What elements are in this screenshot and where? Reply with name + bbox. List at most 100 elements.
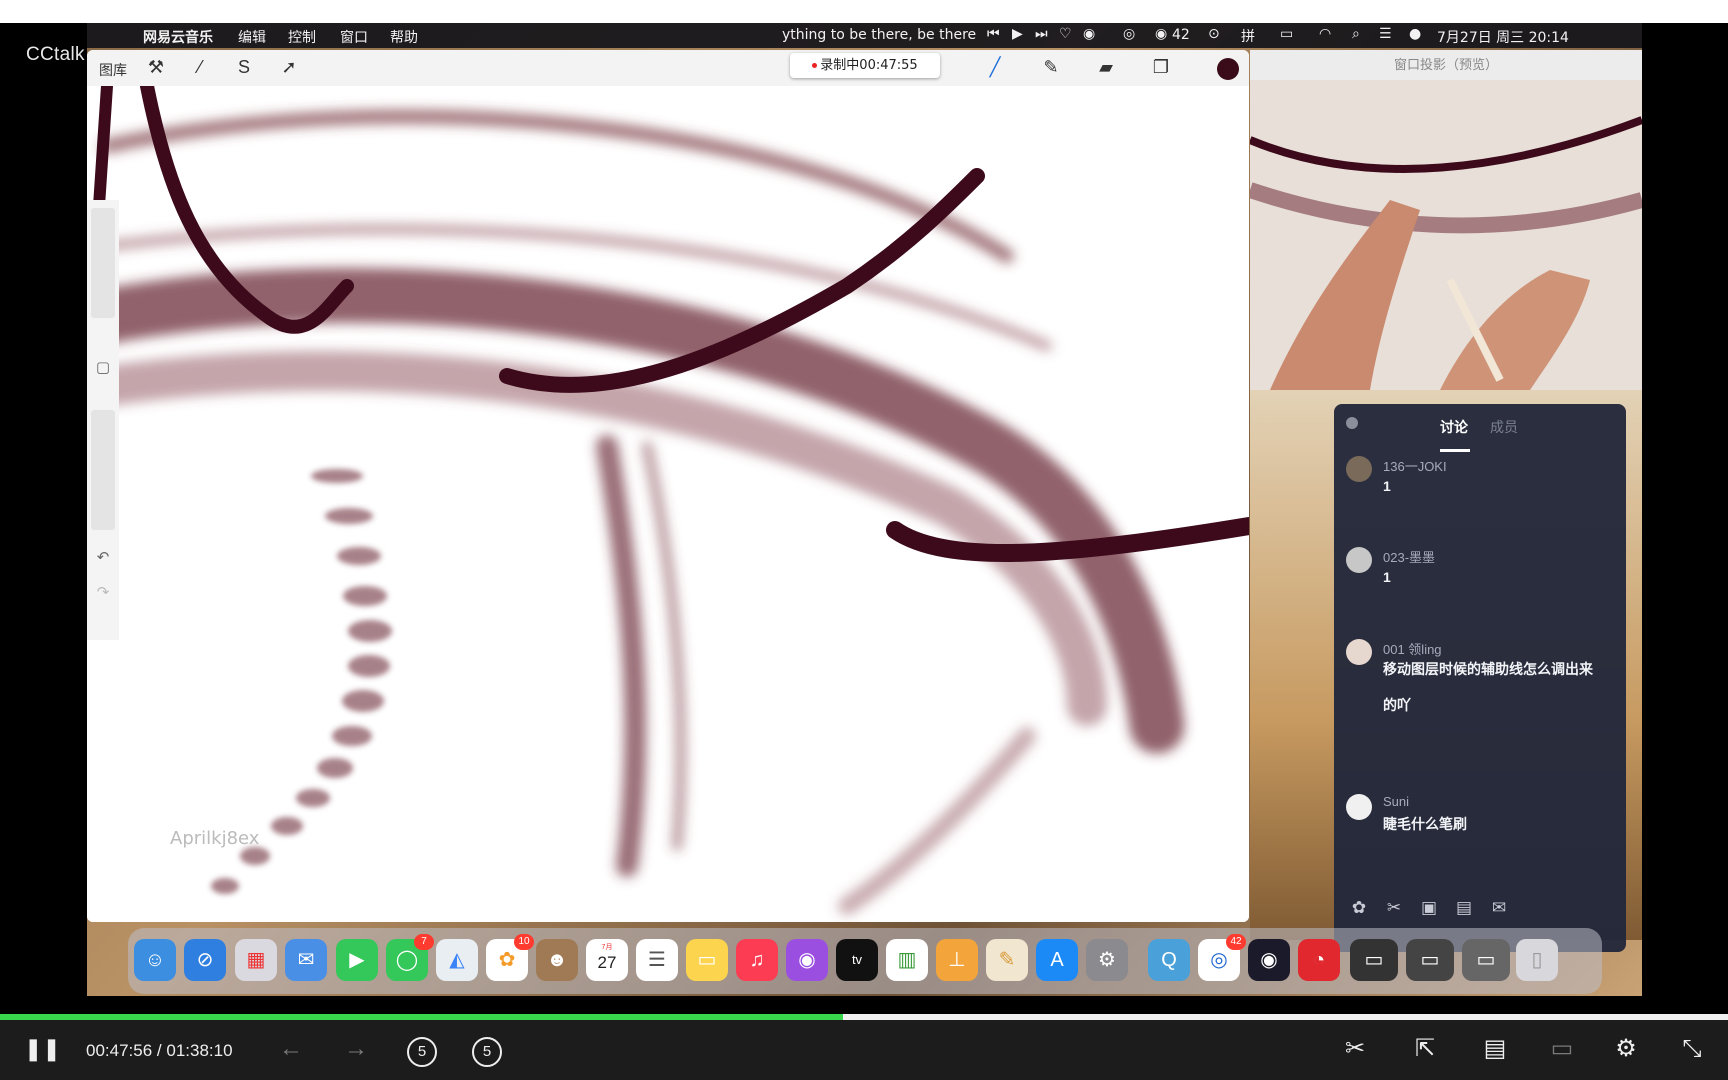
play-circle-icon[interactable]: ⊙ [1208, 26, 1220, 42]
obs-dock-icon[interactable]: ◉ [1248, 939, 1290, 981]
podcasts-icon[interactable]: ◉ [786, 939, 828, 981]
music-icon[interactable]: ♫ [736, 939, 778, 981]
message-text: 1 [1383, 478, 1391, 494]
photos-icon[interactable]: ✿ 10 [486, 934, 534, 981]
status-circle-icon[interactable]: ◉ [1155, 26, 1167, 42]
calendar-month: 7月 [601, 944, 613, 951]
tab-members[interactable]: 成员 [1490, 417, 1518, 437]
selection-icon[interactable]: S [233, 57, 255, 79]
minimized-window-2[interactable]: ▭ [1406, 939, 1454, 981]
input-method-icon[interactable]: 拼 [1241, 26, 1255, 46]
flower-icon[interactable]: ✿ [1346, 898, 1372, 918]
chat-toolbar: ✿ ✂ ▣ ▤ ✉ [1346, 898, 1521, 922]
color-picker-swatch[interactable] [1217, 58, 1239, 80]
opacity-slider[interactable] [91, 410, 115, 530]
adjustments-icon[interactable]: ⁄ [189, 57, 211, 79]
quicktime-icon[interactable]: Q [1148, 939, 1190, 981]
profile-card-icon[interactable]: ▤ [1451, 898, 1477, 918]
gear-icon[interactable]: ⚙ [1611, 1034, 1641, 1064]
minimized-window-1[interactable]: ▭ [1350, 939, 1398, 981]
avatar[interactable] [1346, 794, 1372, 820]
obs-icon[interactable]: ◎ [1123, 26, 1135, 42]
smudge-icon[interactable]: ✎ [1040, 57, 1062, 79]
contacts-icon[interactable]: ☻ [536, 939, 578, 981]
wrench-icon[interactable]: ⚒ [145, 57, 167, 79]
camera-frame [1250, 80, 1642, 390]
netease-icon[interactable]: ◉ [1083, 26, 1095, 42]
eraser-icon[interactable]: ▰ [1095, 57, 1117, 79]
menubar-counter: 42 [1172, 27, 1190, 43]
avatar[interactable] [1346, 456, 1372, 482]
total-time: 01:38:10 [166, 1041, 233, 1060]
battery-icon[interactable]: ▭ [1280, 26, 1293, 42]
skip-back-5-icon[interactable]: 5 [407, 1034, 437, 1067]
control-center-icon[interactable]: ☰ [1379, 26, 1392, 42]
reminders-icon[interactable]: ☰ [636, 939, 678, 981]
previous-arrow-icon[interactable]: ← [276, 1034, 306, 1064]
maps-icon[interactable]: ◭ [436, 939, 478, 981]
siri-icon[interactable]: ● [1409, 26, 1421, 42]
undo-icon[interactable]: ↶ [95, 550, 111, 566]
avatar[interactable] [1346, 639, 1372, 665]
close-panel-button[interactable] [1346, 417, 1358, 429]
facetime-icon[interactable]: ▶ [336, 939, 378, 981]
keynote-icon[interactable]: ⊥ [936, 939, 978, 981]
drawing-canvas[interactable] [87, 86, 1249, 922]
wifi-icon[interactable]: ◠ [1319, 26, 1331, 42]
app-store-icon[interactable]: A [1036, 939, 1078, 981]
gallery-button[interactable]: 图库 [99, 60, 127, 80]
procreate-sidebar: ▢ ↶ ↷ [87, 200, 119, 640]
chrome-app-icon[interactable]: ◎ 42 [1198, 934, 1246, 981]
apple-tv-icon[interactable]: tv [836, 939, 878, 981]
exit-fullscreen-icon[interactable]: ⤡ [1677, 1034, 1707, 1064]
menu-edit[interactable]: 编辑 [238, 27, 266, 47]
notes-icon[interactable]: ▭ [686, 939, 728, 981]
redo-icon[interactable]: ↷ [95, 585, 111, 601]
menu-app-name[interactable]: 网易云音乐 [143, 27, 213, 47]
finder-icon[interactable]: ☺ [134, 939, 176, 981]
messages-badge: 7 [414, 934, 434, 950]
calendar-icon[interactable]: 7月 27 [586, 939, 628, 981]
message-text: 移动图层时候的辅助线怎么调出来的吖 [1383, 661, 1593, 713]
scissors-icon[interactable]: ✂ [1381, 898, 1407, 918]
trash-icon[interactable]: ▯ [1516, 939, 1558, 981]
scissors-icon[interactable]: ✂ [1340, 1034, 1370, 1064]
tab-discussion[interactable]: 讨论 [1440, 417, 1468, 437]
menu-window[interactable]: 窗口 [340, 27, 368, 47]
menu-control[interactable]: 控制 [288, 27, 316, 47]
picture-in-picture-icon[interactable]: ▭ [1545, 1034, 1579, 1064]
transform-icon[interactable]: ➚ [278, 57, 300, 79]
avatar[interactable] [1346, 547, 1372, 573]
search-icon[interactable]: ⌕ [1352, 26, 1360, 42]
image-icon[interactable]: ▣ [1416, 898, 1442, 918]
brush-size-slider[interactable] [91, 208, 115, 318]
play-icon[interactable]: ▶ [1012, 26, 1023, 42]
modify-button-icon[interactable]: ▢ [95, 360, 111, 376]
system-preferences-icon[interactable]: ⚙ [1086, 939, 1128, 981]
brush-icon[interactable]: ╱ [984, 57, 1006, 79]
message-text: 1 [1383, 569, 1391, 585]
chat-panel: 讨论 成员 136一JOKI 1 023-墨墨 1 001 领ling 移动图层… [1334, 404, 1626, 952]
menu-help[interactable]: 帮助 [390, 27, 418, 47]
window-projection-title: 窗口投影（预览） [1250, 50, 1642, 80]
numbers-icon[interactable]: ▥ [886, 939, 928, 981]
next-arrow-icon[interactable]: → [341, 1034, 371, 1064]
share-screen-icon[interactable]: ⇱ [1408, 1034, 1442, 1064]
subtitles-icon[interactable]: ▤ [1478, 1034, 1512, 1064]
launchpad-icon[interactable]: ▦ [235, 939, 277, 981]
minimized-window-3[interactable]: ▭ [1462, 939, 1510, 981]
skip-forward-5-icon[interactable]: 5 [472, 1034, 502, 1067]
messages-icon[interactable]: ◯ 7 [386, 934, 434, 981]
pause-icon[interactable]: ❚❚ [24, 1034, 61, 1064]
netease-music-icon[interactable]: ◔ [1298, 939, 1340, 981]
pages-icon[interactable]: ✎ [986, 939, 1028, 981]
next-track-icon[interactable]: ⏭ [1035, 26, 1048, 42]
heart-icon[interactable]: ♡ [1059, 26, 1072, 42]
previous-track-icon[interactable]: ⏮ [987, 26, 1000, 42]
photos-badge: 10 [514, 934, 534, 950]
player-controls: ❚❚ 00:47:56 / 01:38:10 ← → 5 5 ✂ ⇱ ▤ ▭ ⚙… [0, 1020, 1728, 1080]
feedback-icon[interactable]: ✉ [1486, 898, 1512, 918]
layers-icon[interactable]: ❐ [1150, 57, 1172, 79]
safari-icon[interactable]: ⊘ [184, 939, 226, 981]
mail-icon[interactable]: ✉ [285, 939, 327, 981]
